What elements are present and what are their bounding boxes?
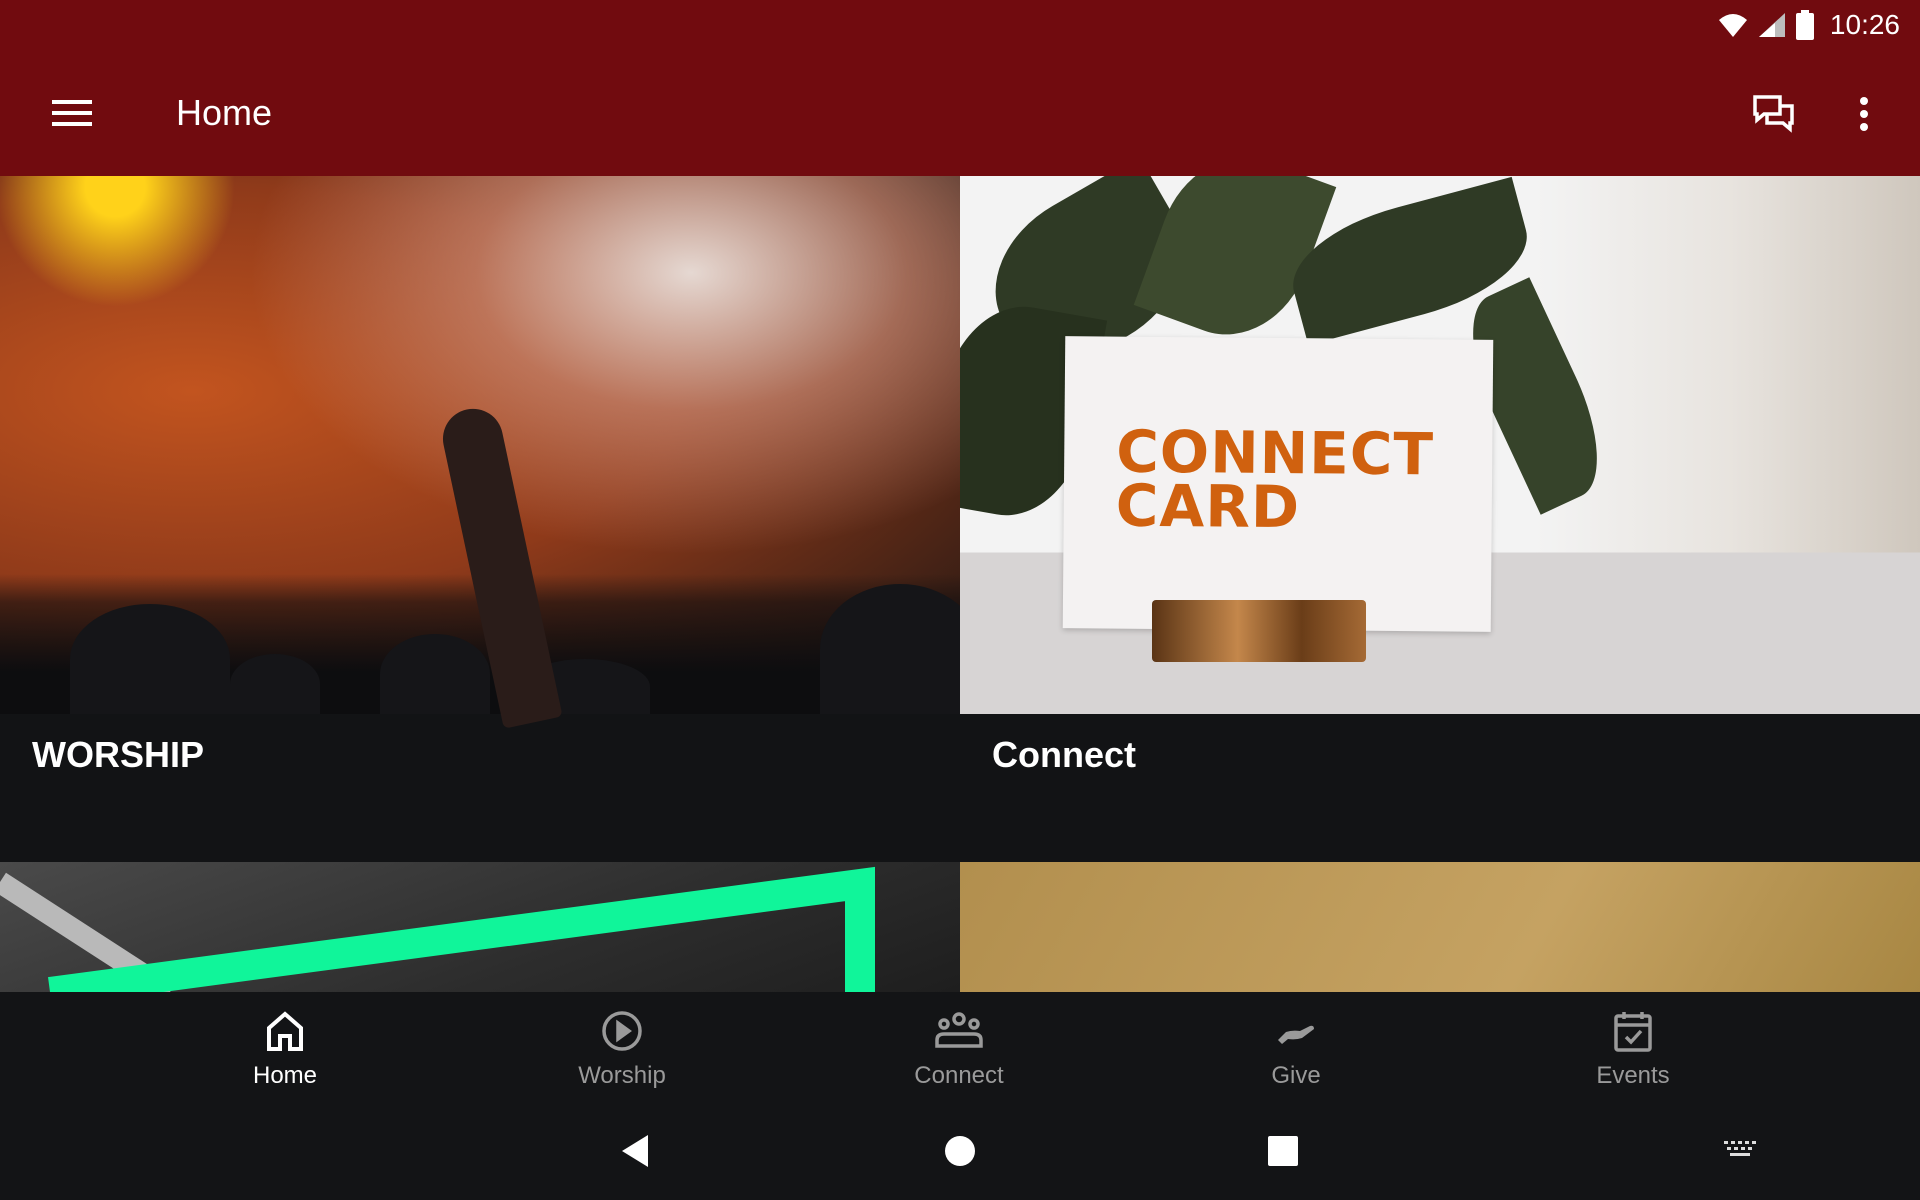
back-icon — [622, 1135, 648, 1167]
card-connect[interactable]: CONNECT CARD Connect — [960, 176, 1920, 862]
green-arrow-graphic — [0, 866, 875, 992]
signal-icon — [1758, 13, 1785, 37]
calendar-check-icon — [1614, 1012, 1652, 1052]
crowd-head — [230, 654, 320, 714]
chat-icon — [1753, 95, 1794, 133]
crowd-head — [380, 634, 490, 714]
crowd-head — [70, 604, 230, 714]
nav-label-give: Give — [1271, 1062, 1321, 1089]
nav-connect[interactable]: Connect — [859, 992, 1059, 1102]
worship-image — [0, 176, 960, 729]
connect-card-text: CONNECT CARD — [1116, 418, 1435, 542]
system-navigation-bar — [0, 1102, 1920, 1200]
menu-button[interactable] — [40, 88, 104, 138]
page-title: Home — [176, 92, 273, 133]
system-keyboard-button[interactable] — [1716, 1126, 1766, 1176]
card-worship[interactable]: WORSHIP — [0, 176, 960, 862]
home-circle-icon — [945, 1136, 975, 1166]
recents-square-icon — [1268, 1136, 1298, 1166]
wooden-stand — [1152, 600, 1366, 662]
nav-give[interactable]: Give — [1196, 992, 1396, 1102]
battery-icon — [1795, 10, 1814, 40]
toolbar: Home — [0, 68, 1920, 158]
card-fourth[interactable] — [960, 862, 1920, 992]
crowd-head — [820, 584, 960, 714]
nav-events[interactable]: Events — [1533, 992, 1733, 1102]
status-time: 10:26 — [1829, 9, 1900, 40]
nav-label-events: Events — [1596, 1062, 1670, 1089]
system-home-button[interactable] — [935, 1126, 985, 1176]
connect-card-sign: CONNECT CARD — [1062, 336, 1494, 632]
fourth-card-image — [960, 862, 1920, 992]
third-card-image — [0, 862, 960, 992]
hand-giving-icon — [1278, 1025, 1314, 1044]
app-bar: 10:26 Home — [0, 0, 1920, 176]
nav-label-connect: Connect — [914, 1062, 1004, 1089]
nav-home[interactable]: Home — [185, 992, 385, 1102]
bottom-navigation: Home Worship Connect Give Events — [0, 992, 1920, 1102]
nav-label-worship: Worship — [578, 1062, 666, 1089]
card-label-connect: Connect — [992, 734, 1136, 775]
connect-card-image: CONNECT CARD — [960, 176, 1920, 714]
more-options-button[interactable] — [1844, 86, 1884, 142]
home-icon — [267, 1011, 303, 1051]
keyboard-icon — [1724, 1141, 1756, 1156]
chat-button[interactable] — [1744, 86, 1804, 142]
status-bar: 10:26 — [1718, 8, 1900, 42]
nav-label-home: Home — [252, 1062, 318, 1089]
wifi-icon — [1718, 14, 1747, 37]
hamburger-menu-icon — [52, 100, 92, 126]
card-label-worship: WORSHIP — [32, 734, 205, 775]
system-back-button[interactable] — [610, 1126, 660, 1176]
group-icon — [935, 1012, 983, 1048]
play-circle-icon — [602, 1011, 642, 1051]
system-recents-button[interactable] — [1258, 1126, 1308, 1176]
more-vert-icon — [1860, 97, 1868, 131]
nav-worship[interactable]: Worship — [522, 992, 722, 1102]
card-third[interactable] — [0, 862, 960, 992]
